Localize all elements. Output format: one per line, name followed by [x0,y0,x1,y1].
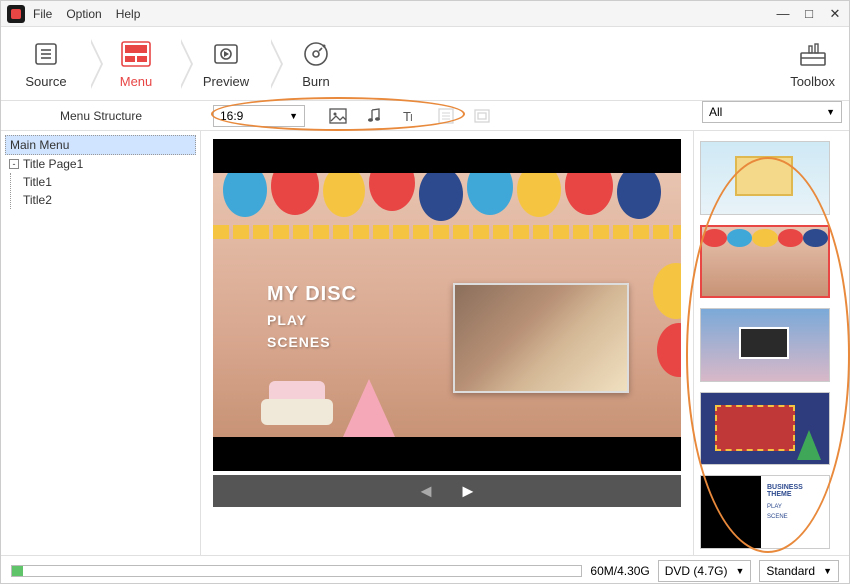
tab-preview-label: Preview [181,74,271,89]
tree-panel: Main Menu - Title Page1 Title1 Title2 [1,131,201,555]
toolbox-icon [790,38,835,70]
video-frame[interactable] [453,283,629,393]
chevron-down-icon: ▼ [735,566,744,576]
preview-scene: MY DISC PLAY SCENES [213,173,681,437]
toolbox-button[interactable]: Toolbox [790,38,835,89]
chevron-down-icon: ▼ [823,566,832,576]
capacity-fill [12,566,23,576]
statusbar: 60M/4.30G DVD (4.7G) ▼ Standard ▼ [1,555,849,585]
quality-value: Standard [766,564,815,578]
tab-burn[interactable]: Burn [271,38,361,89]
play-link[interactable]: PLAY [267,312,357,328]
toolbox-label: Toolbox [790,74,835,89]
disc-title[interactable]: MY DISC [267,283,357,306]
quality-select[interactable]: Standard ▼ [759,560,839,582]
capacity-text: 60M/4.30G [590,564,649,578]
tree-title-page-label: Title Page1 [23,157,83,171]
cake-decoration [261,381,333,437]
template-filter-select[interactable]: All ▼ [702,101,842,123]
scenes-link[interactable]: SCENES [267,334,357,350]
app-icon [7,5,25,23]
template-thumb-baby[interactable] [700,141,830,215]
prev-arrow-icon[interactable]: ◄ [417,481,435,502]
svg-text:I: I [410,113,413,124]
tab-menu-label: Menu [91,74,181,89]
window-controls: — □ ✕ [775,6,843,22]
titlebar: File Option Help — □ ✕ [1,1,849,27]
menu-file[interactable]: File [33,7,52,21]
template-list[interactable]: BUSINESS THEME PLAY SCENE [700,141,843,549]
menubar: File Option Help [33,7,140,21]
chevron-down-icon: ▼ [826,107,835,117]
minimize-icon[interactable]: — [775,6,791,22]
disc-type-value: DVD (4.7G) [665,564,728,578]
tree-title1[interactable]: Title1 [19,173,196,191]
menu-option[interactable]: Option [66,7,101,21]
step-tabs: Source Menu Preview Burn Toolbox [1,27,849,101]
template-panel: All ▼ BUSINESS THEMEPLAYSCENE [693,131,849,555]
close-icon[interactable]: ✕ [827,6,843,22]
image-icon[interactable] [329,107,347,125]
party-hat-decoration [343,379,395,437]
menu-structure-label: Menu Structure [1,109,201,123]
template-thumb-blossom[interactable] [700,308,830,382]
next-arrow-icon[interactable]: ► [459,481,477,502]
preview-icon [181,38,271,70]
menu-help[interactable]: Help [116,7,141,21]
music-icon[interactable] [365,107,383,125]
text-icon[interactable]: TI [401,107,419,125]
maximize-icon[interactable]: □ [801,6,817,22]
preview-canvas[interactable]: MY DISC PLAY SCENES [213,139,681,471]
chevron-down-icon: ▼ [289,111,298,121]
tab-menu[interactable]: Menu [91,38,181,89]
preview-nav: ◄ ► [213,475,681,507]
tree-title2[interactable]: Title2 [19,191,196,209]
capacity-bar [11,565,582,577]
tab-source[interactable]: Source [1,38,91,89]
template-filter-value: All [709,105,722,119]
tree-title1-label: Title1 [23,175,52,189]
aspect-ratio-select[interactable]: 16:9 ▼ [213,105,305,127]
tool-icons: TI [329,107,491,125]
tree-title2-label: Title2 [23,193,52,207]
template-business-title: BUSINESS THEME [767,484,829,498]
tree-title-page[interactable]: - Title Page1 [5,155,196,173]
main-area: Main Menu - Title Page1 Title1 Title2 [1,131,849,555]
template-business-scene: SCENE [767,514,788,520]
frame-icon[interactable] [473,107,491,125]
template-thumb-business[interactable]: BUSINESS THEME PLAY SCENE [700,475,830,549]
tree-expander-icon[interactable]: - [9,159,19,169]
template-business-play: PLAY [767,504,782,510]
disc-type-select[interactable]: DVD (4.7G) ▼ [658,560,752,582]
tab-burn-label: Burn [271,74,361,89]
burn-icon [271,38,361,70]
chapter-icon[interactable] [437,107,455,125]
aspect-ratio-value: 16:9 [220,109,243,123]
template-thumb-balloons[interactable] [700,225,830,299]
tree-main-menu[interactable]: Main Menu [5,135,196,155]
tab-preview[interactable]: Preview [181,38,271,89]
source-icon [1,38,91,70]
template-thumb-christmas[interactable] [700,392,830,466]
tree-main-menu-label: Main Menu [10,138,69,152]
menu-icon [91,38,181,70]
tab-source-label: Source [1,74,91,89]
preview-panel: MY DISC PLAY SCENES ◄ ► [201,131,693,555]
